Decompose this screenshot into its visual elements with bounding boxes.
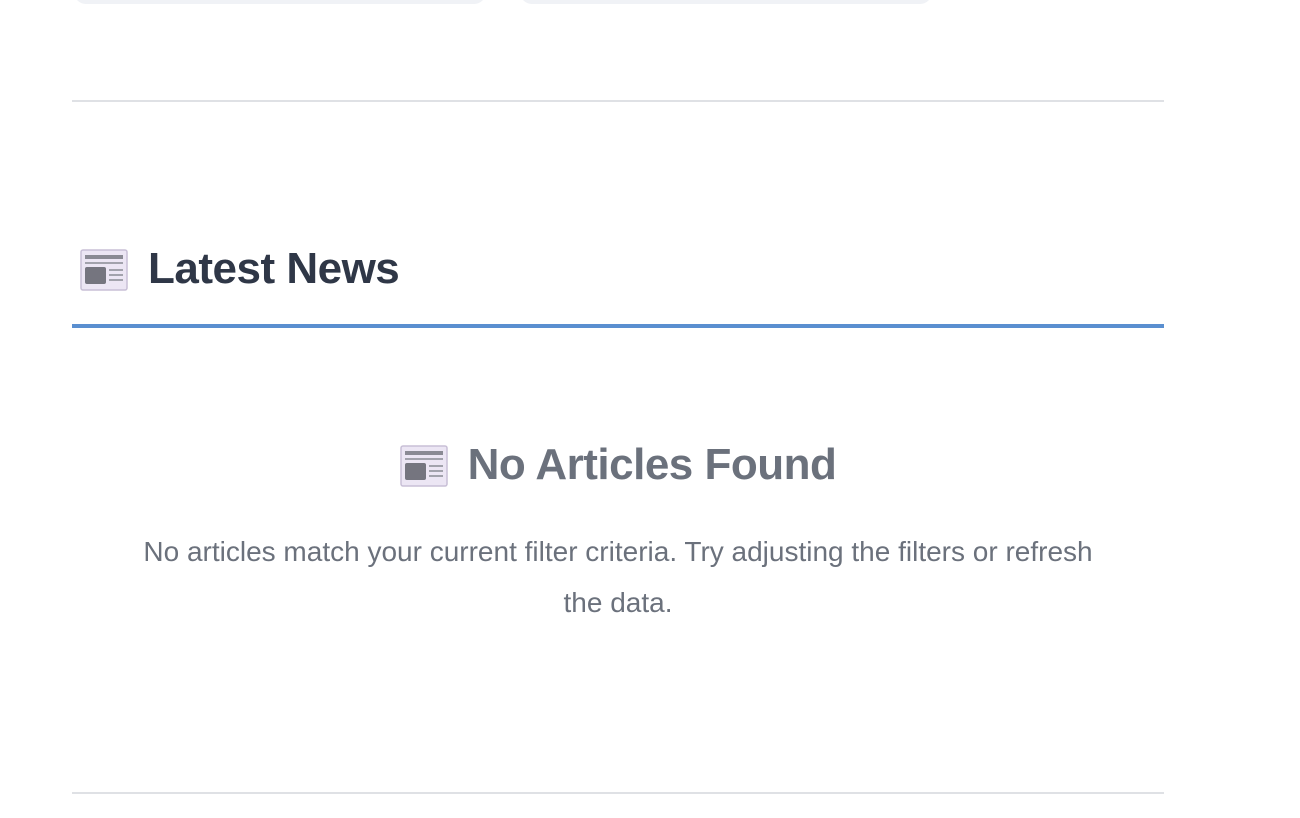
newspaper-icon bbox=[80, 247, 128, 291]
top-divider bbox=[72, 100, 1164, 102]
section-title: Latest News bbox=[148, 244, 400, 293]
section-title-row: Latest News bbox=[80, 244, 400, 294]
newspaper-icon bbox=[399, 443, 448, 487]
filter-field-right[interactable] bbox=[520, 0, 932, 4]
empty-state-title: No Articles Found bbox=[467, 440, 837, 489]
empty-state: No Articles Found No articles match your… bbox=[72, 440, 1164, 628]
latest-news-header: Latest News bbox=[72, 236, 1164, 328]
filter-field-left[interactable] bbox=[74, 0, 486, 4]
bottom-divider bbox=[72, 792, 1164, 794]
page: Latest News No Articles Found No article… bbox=[0, 0, 1300, 818]
empty-state-title-row: No Articles Found bbox=[399, 440, 837, 490]
empty-state-message: No articles match your current filter cr… bbox=[143, 536, 1093, 618]
